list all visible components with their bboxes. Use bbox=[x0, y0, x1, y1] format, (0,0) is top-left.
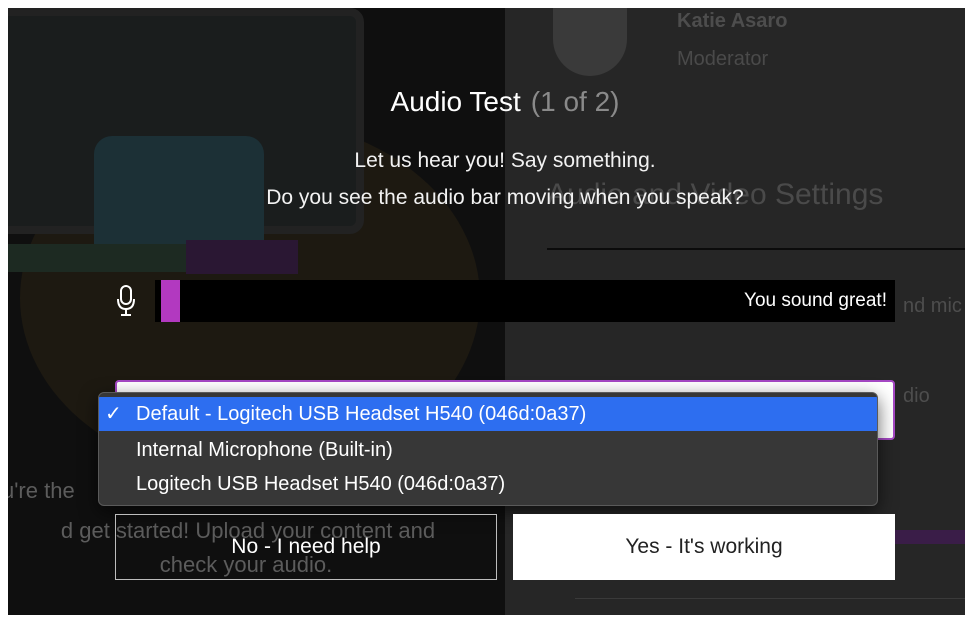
moderator-role: Moderator bbox=[677, 48, 769, 70]
dialog-step-indicator: (1 of 2) bbox=[530, 86, 620, 117]
dialog-prompt-line1: Let us hear you! Say something. bbox=[354, 149, 656, 172]
microphone-option-logitech[interactable]: Logitech USB Headset H540 (046d:0a37) bbox=[99, 467, 877, 501]
settings-progress-accent bbox=[895, 530, 965, 544]
settings-audio-label: dio bbox=[903, 385, 930, 407]
stage: u're the d get started! Upload your cont… bbox=[0, 0, 965, 623]
settings-divider-bottom bbox=[575, 598, 965, 599]
yes-working-button[interactable]: Yes - It's working bbox=[513, 514, 895, 580]
settings-divider bbox=[547, 248, 965, 250]
microphone-option-label: Logitech USB Headset H540 (046d:0a37) bbox=[136, 473, 506, 495]
dialog-title-text: Audio Test bbox=[390, 86, 521, 117]
checkmark-icon: ✓ bbox=[105, 403, 122, 425]
no-need-help-button[interactable]: No - I need help bbox=[115, 514, 497, 580]
microphone-option-label: Internal Microphone (Built-in) bbox=[136, 439, 393, 461]
audio-status-text: You sound great! bbox=[744, 290, 887, 311]
microphone-dropdown-list[interactable]: ✓ Default - Logitech USB Headset H540 (0… bbox=[98, 392, 878, 506]
illustration-books bbox=[186, 240, 298, 274]
audio-level-fill bbox=[161, 280, 180, 322]
audio-level-meter: You sound great! bbox=[155, 280, 895, 322]
microphone-option-internal[interactable]: Internal Microphone (Built-in) bbox=[99, 433, 877, 467]
microphone-icon bbox=[117, 285, 135, 316]
dialog-title: Audio Test (1 of 2) bbox=[0, 86, 965, 118]
dialog-prompt-line2: Do you see the audio bar moving when you… bbox=[266, 186, 744, 209]
moderator-avatar bbox=[553, 8, 627, 76]
microphone-option-label: Default - Logitech USB Headset H540 (046… bbox=[136, 403, 587, 425]
microphone-option-default[interactable]: ✓ Default - Logitech USB Headset H540 (0… bbox=[99, 397, 877, 431]
settings-mic-label: nd mic bbox=[903, 295, 962, 317]
moderator-name: Katie Asaro bbox=[677, 10, 788, 32]
